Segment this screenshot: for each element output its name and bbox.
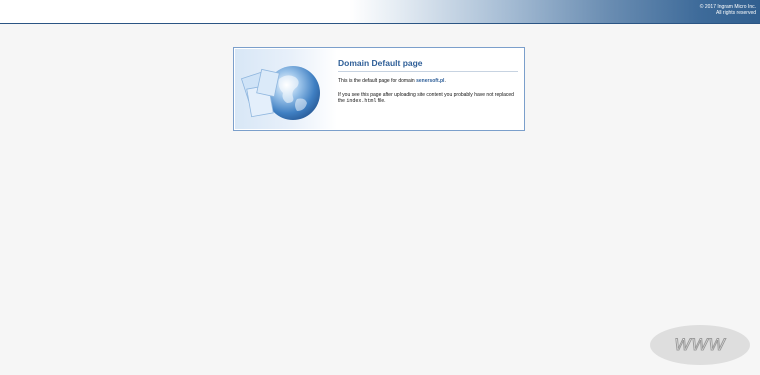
- domain-description: This is the default page for domain sene…: [338, 78, 518, 84]
- upload-notice: If you see this page after uploading sit…: [338, 92, 518, 104]
- default-page-card: Domain Default page This is the default …: [233, 47, 525, 131]
- page-title: Domain Default page: [338, 58, 518, 72]
- card-body: Domain Default page This is the default …: [338, 58, 518, 104]
- domain-description-prefix: This is the default page for domain: [338, 78, 417, 84]
- globe-with-documents-icon: [235, 49, 337, 129]
- top-banner: © 2017 Ingram Micro Inc. All rights rese…: [0, 0, 760, 24]
- index-file-name: index.html: [346, 98, 377, 104]
- copyright-notice: © 2017 Ingram Micro Inc. All rights rese…: [700, 4, 756, 16]
- globe-illustration-svg: [240, 66, 320, 120]
- domain-link[interactable]: senersoft.pl: [416, 78, 444, 84]
- www-badge: WWW: [650, 325, 750, 365]
- www-badge-text: WWW: [674, 335, 726, 355]
- domain-description-suffix: .: [444, 78, 446, 84]
- copyright-line-2: All rights reserved: [715, 10, 756, 16]
- upload-notice-suffix: file.: [376, 98, 386, 104]
